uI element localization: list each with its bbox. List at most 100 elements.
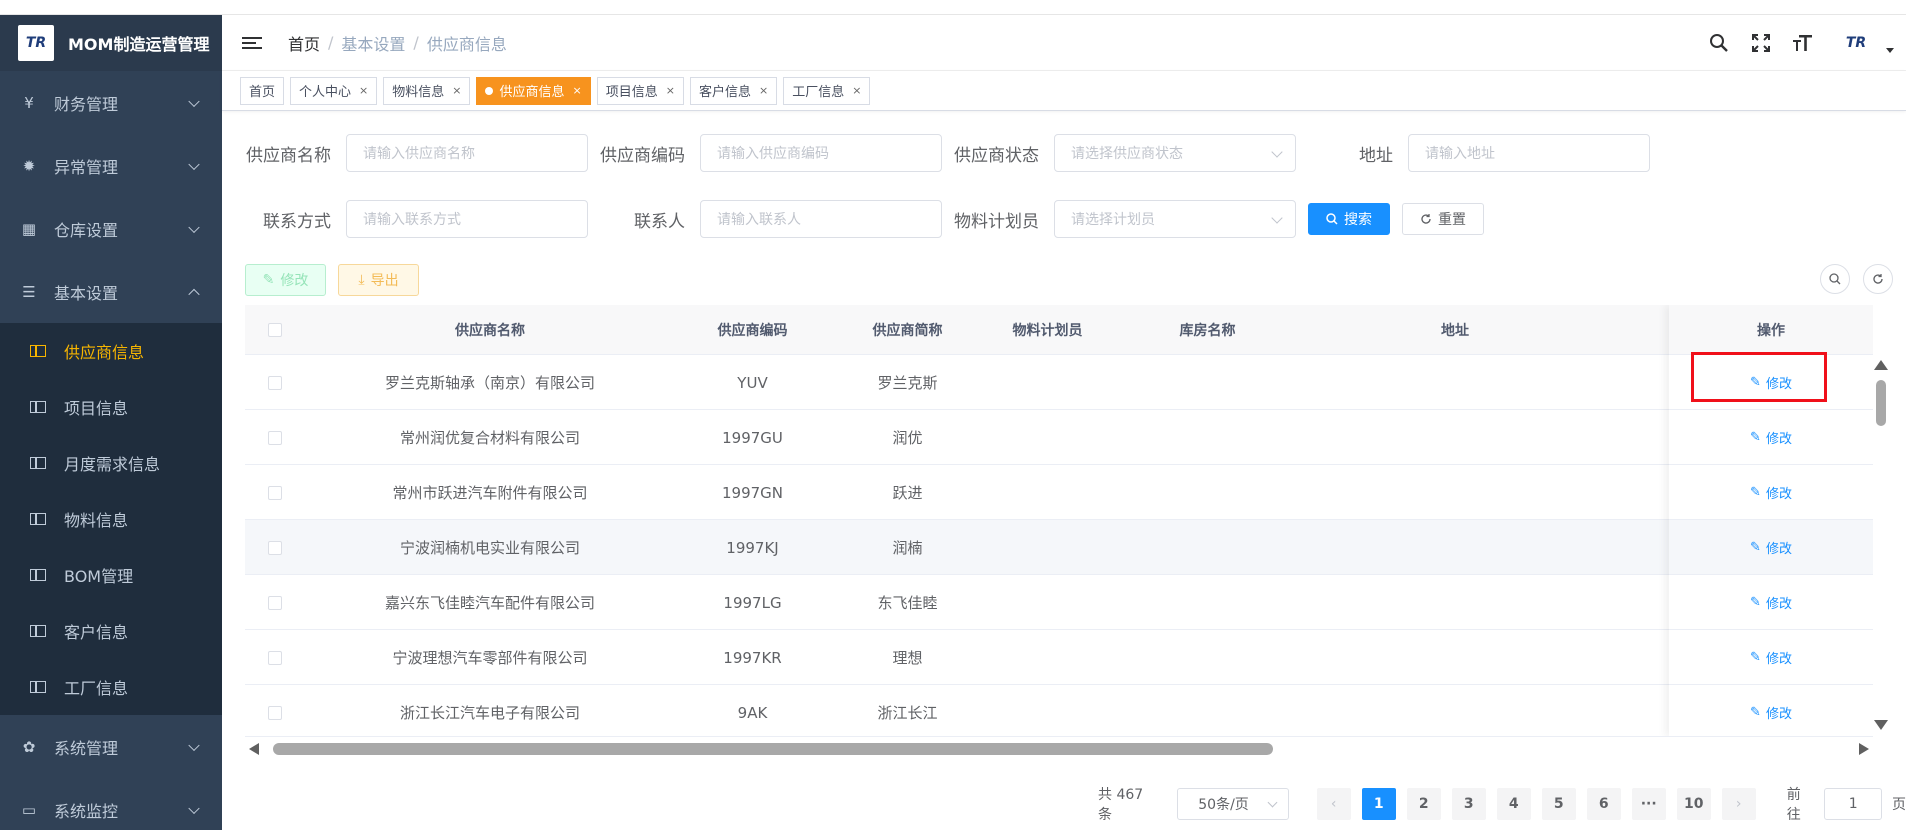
search-icon[interactable] [1708, 32, 1730, 54]
sidebar-item-bom[interactable]: BOM管理 [0, 547, 222, 603]
edit-link-label: 修改 [1765, 486, 1792, 502]
supplier-status-select[interactable]: 请选择供应商状态 [1054, 134, 1296, 172]
select-all-checkbox[interactable] [268, 323, 282, 337]
close-icon[interactable]: × [452, 84, 461, 97]
more-pages-button[interactable]: ··· [1631, 788, 1666, 820]
table-row[interactable]: 常州润优复合材料有限公司 1997GU 润优 [245, 410, 1873, 465]
page-button[interactable]: 3 [1451, 788, 1486, 820]
next-page-button[interactable]: › [1721, 788, 1756, 820]
chevron-down-icon [1271, 146, 1283, 158]
caret-down-icon[interactable] [1886, 47, 1894, 53]
sidebar-item-label: 供应商信息 [64, 343, 145, 362]
address-input[interactable]: 请输入地址 [1408, 134, 1650, 172]
row-edit-link[interactable]: ✎ 修改 [1669, 410, 1873, 465]
tag-factory-info[interactable]: 工厂信息 × [783, 76, 871, 105]
close-icon[interactable]: × [852, 84, 861, 97]
table-row[interactable]: 嘉兴东飞佳睦汽车配件有限公司 1997LG 东飞佳睦 [245, 575, 1873, 630]
sidebar-item-finance[interactable]: ¥ 财务管理 [0, 71, 222, 134]
table-row[interactable]: 宁波理想汽车零部件有限公司 1997KR 理想 [245, 630, 1873, 685]
sidebar-item-system-monitor[interactable]: ▭ 系统监控 [0, 778, 222, 830]
close-icon[interactable]: × [666, 84, 675, 97]
sidebar-item-customer-info[interactable]: 客户信息 [0, 603, 222, 659]
scroll-thumb[interactable] [1876, 380, 1886, 426]
tag-profile[interactable]: 个人中心 × [290, 76, 378, 105]
contact-person-input[interactable]: 请输入联系人 [700, 200, 942, 238]
sidebar-item-supplier-info[interactable]: 供应商信息 [0, 323, 222, 379]
menu-toggle-icon[interactable] [242, 36, 262, 49]
supplier-short-cell: 跃进 [892, 484, 923, 502]
contact-input[interactable]: 请输入联系方式 [346, 200, 588, 238]
scroll-thumb[interactable] [273, 743, 1273, 755]
row-edit-link[interactable]: ✎ 修改 [1669, 520, 1873, 575]
toggle-search-button[interactable] [1820, 264, 1850, 294]
sidebar-item-project-info[interactable]: 项目信息 [0, 379, 222, 435]
close-icon[interactable]: × [573, 84, 582, 97]
sidebar-item-exception[interactable]: ✹ 异常管理 [0, 134, 222, 197]
scroll-down-icon[interactable] [1874, 720, 1888, 730]
page-button[interactable]: 1 [1361, 788, 1396, 820]
breadcrumb-home[interactable]: 首页 [288, 31, 320, 55]
row-checkbox[interactable] [268, 375, 282, 390]
gear-icon: ✿ [22, 737, 36, 756]
font-size-icon[interactable] [1792, 32, 1814, 54]
tag-supplier-info[interactable]: 供应商信息 × [476, 76, 591, 105]
page-button[interactable]: 5 [1541, 788, 1576, 820]
sidebar-item-warehouse[interactable]: ▦ 仓库设置 [0, 197, 222, 260]
page-button[interactable]: 2 [1406, 788, 1441, 820]
fullscreen-icon[interactable] [1750, 32, 1772, 54]
table-row[interactable]: 常州市跃进汽车附件有限公司 1997GN 跃进 [245, 465, 1873, 520]
supplier-code-input[interactable]: 请输入供应商编码 [700, 134, 942, 172]
vertical-scrollbar[interactable] [1872, 358, 1888, 732]
sidebar-item-basic-settings[interactable]: ☰ 基本设置 [0, 260, 222, 323]
planner-select[interactable]: 请选择计划员 [1054, 200, 1296, 238]
tag-home[interactable]: 首页 [240, 76, 285, 105]
row-checkbox[interactable] [268, 705, 282, 720]
scroll-left-icon[interactable] [249, 743, 259, 755]
row-edit-link[interactable]: ✎ 修改 [1669, 465, 1873, 520]
app-logo[interactable]: TR MOM制造运营管理 [0, 15, 222, 71]
avatar[interactable]: TR [1834, 30, 1878, 56]
row-checkbox[interactable] [268, 595, 282, 610]
search-button[interactable]: 搜索 [1308, 203, 1390, 235]
reset-button-label: 重置 [1438, 212, 1466, 228]
edit-icon: ✎ [1750, 539, 1761, 555]
prev-page-button[interactable]: ‹ [1316, 788, 1351, 820]
table-row[interactable]: 罗兰克斯轴承（南京）有限公司 YUV 罗兰克斯 [245, 355, 1873, 410]
edit-button[interactable]: ✎ 修改 [245, 264, 326, 296]
table-row[interactable]: 浙江长江汽车电子有限公司 9AK 浙江长江 [245, 685, 1873, 736]
tag-customer-info[interactable]: 客户信息 × [689, 76, 778, 105]
tag-project-info[interactable]: 项目信息 × [596, 76, 684, 105]
tag-material-info[interactable]: 物料信息 × [383, 76, 471, 105]
column-header: 供应商编码 [717, 323, 788, 339]
row-edit-link[interactable]: ✎ 修改 [1669, 685, 1873, 736]
page-button[interactable]: 10 [1676, 788, 1711, 820]
row-edit-link[interactable]: ✎ 修改 [1669, 575, 1873, 630]
scroll-right-icon[interactable] [1859, 743, 1869, 755]
table-row[interactable]: 宁波润楠机电实业有限公司 1997KJ 润楠 [245, 520, 1873, 575]
row-edit-link[interactable]: ✎ 修改 [1669, 355, 1873, 410]
page-button[interactable]: 6 [1586, 788, 1621, 820]
refresh-button[interactable] [1863, 264, 1893, 294]
page-button[interactable]: 4 [1496, 788, 1531, 820]
row-checkbox[interactable] [268, 540, 282, 555]
fixed-operation-column: 操作 ✎ 修改 ✎ 修改 ✎ 修改 ✎ 修改 ✎ 修改 ✎ 修改 ✎ 修改 [1669, 305, 1873, 736]
row-checkbox[interactable] [268, 485, 282, 500]
close-icon[interactable]: × [359, 84, 368, 97]
page-size-select[interactable]: 50条/页 [1177, 788, 1289, 820]
row-checkbox[interactable] [268, 650, 282, 665]
supplier-name-input[interactable]: 请输入供应商名称 [346, 134, 588, 172]
close-icon[interactable]: × [759, 84, 768, 97]
sidebar-item-material-info[interactable]: 物料信息 [0, 491, 222, 547]
sidebar-item-system-management[interactable]: ✿ 系统管理 [0, 715, 222, 778]
export-button[interactable]: ⤓ 导出 [338, 264, 419, 296]
scroll-up-icon[interactable] [1874, 360, 1888, 370]
row-select-cell [245, 355, 305, 410]
sidebar-item-monthly-demand[interactable]: 月度需求信息 [0, 435, 222, 491]
goto-page-input[interactable]: 1 [1824, 788, 1882, 820]
row-edit-link[interactable]: ✎ 修改 [1669, 630, 1873, 685]
reset-button[interactable]: 重置 [1402, 203, 1484, 235]
sidebar-item-factory-info[interactable]: 工厂信息 [0, 659, 222, 715]
row-checkbox[interactable] [268, 430, 282, 445]
supplier-short-cell: 润优 [892, 429, 923, 447]
horizontal-scrollbar[interactable] [245, 739, 1873, 759]
